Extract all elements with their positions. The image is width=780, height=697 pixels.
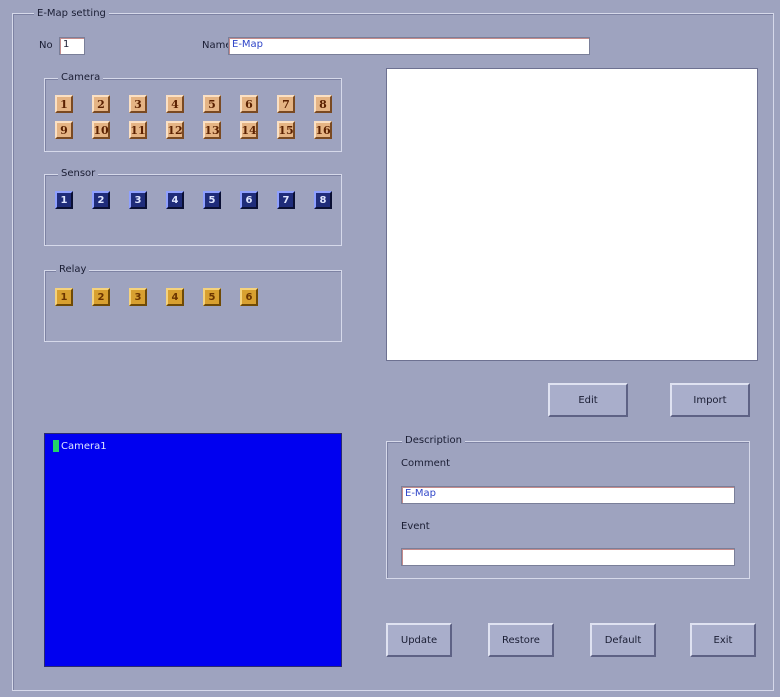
import-button[interactable]: Import [670,383,750,417]
camera-button-3[interactable]: 3 [129,95,147,113]
camera-group [44,78,342,152]
sensor-button-4[interactable]: 4 [166,191,184,209]
camera-button-7[interactable]: 7 [277,95,295,113]
default-button[interactable]: Default [590,623,656,657]
sensor-group-title: Sensor [58,168,99,180]
event-label: Event [401,521,430,532]
restore-button[interactable]: Restore [488,623,554,657]
camera-button-1[interactable]: 1 [55,95,73,113]
relay-button-1[interactable]: 1 [55,288,73,306]
exit-button[interactable]: Exit [690,623,756,657]
sensor-group [44,174,342,246]
relay-group [44,270,342,342]
sensor-button-7[interactable]: 7 [277,191,295,209]
comment-field[interactable]: E-Map [401,486,735,504]
event-field[interactable] [401,548,735,566]
camera-button-4[interactable]: 4 [166,95,184,113]
camera-button-16[interactable]: 16 [314,121,332,139]
sensor-button-3[interactable]: 3 [129,191,147,209]
camera-button-11[interactable]: 11 [129,121,147,139]
edit-button[interactable]: Edit [548,383,628,417]
map-preview[interactable] [386,68,758,361]
camera-button-2[interactable]: 2 [92,95,110,113]
sensor-button-8[interactable]: 8 [314,191,332,209]
comment-label: Comment [401,458,450,469]
relay-group-title: Relay [56,264,90,276]
sensor-button-6[interactable]: 6 [240,191,258,209]
device-tree[interactable]: Camera1 [44,433,342,667]
emap-setting-title: E-Map setting [34,8,109,20]
relay-button-3[interactable]: 3 [129,288,147,306]
camera-button-6[interactable]: 6 [240,95,258,113]
sensor-button-2[interactable]: 2 [92,191,110,209]
no-field[interactable]: 1 [59,37,85,55]
tree-item-camera1[interactable]: Camera1 [53,440,107,452]
camera-button-12[interactable]: 12 [166,121,184,139]
camera-button-9[interactable]: 9 [55,121,73,139]
relay-button-6[interactable]: 6 [240,288,258,306]
camera-button-13[interactable]: 13 [203,121,221,139]
camera-button-5[interactable]: 5 [203,95,221,113]
camera-button-14[interactable]: 14 [240,121,258,139]
relay-button-4[interactable]: 4 [166,288,184,306]
relay-button-5[interactable]: 5 [203,288,221,306]
description-group-title: Description [402,435,465,447]
camera-icon [53,440,59,452]
sensor-button-5[interactable]: 5 [203,191,221,209]
camera-button-15[interactable]: 15 [277,121,295,139]
update-button[interactable]: Update [386,623,452,657]
tree-item-label: Camera1 [61,440,107,452]
camera-button-8[interactable]: 8 [314,95,332,113]
no-label: No [39,40,53,51]
name-field[interactable]: E-Map [228,37,590,55]
camera-button-10[interactable]: 10 [92,121,110,139]
relay-button-2[interactable]: 2 [92,288,110,306]
sensor-button-1[interactable]: 1 [55,191,73,209]
camera-group-title: Camera [58,72,104,84]
